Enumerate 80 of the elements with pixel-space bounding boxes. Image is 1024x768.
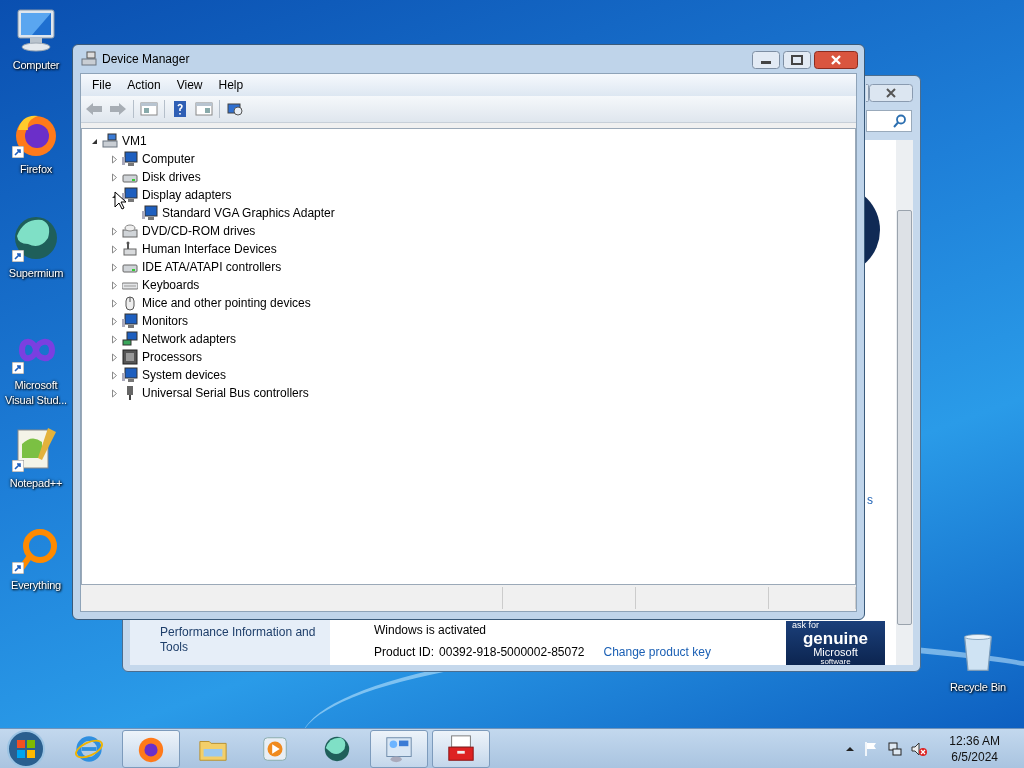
genuine-badge[interactable]: ask for genuine Microsoft software <box>786 621 885 665</box>
tree-item[interactable]: Monitors <box>142 314 188 328</box>
change-product-key-link[interactable]: Change product key <box>603 645 711 659</box>
device-manager-icon <box>81 51 97 67</box>
menu-item[interactable]: View <box>168 78 211 92</box>
expand-toggle[interactable] <box>110 262 119 272</box>
minimize-button[interactable] <box>752 51 780 69</box>
expand-toggle[interactable] <box>110 352 119 362</box>
globe-icon <box>12 214 60 262</box>
tree-item[interactable]: System devices <box>142 368 227 382</box>
letter-e-icon <box>74 733 104 764</box>
desktop-icon-label[interactable]: Everything <box>11 578 61 593</box>
product-id-label: Product ID: <box>374 645 435 659</box>
maximize-button[interactable] <box>783 51 811 69</box>
forward-arrow-icon[interactable] <box>109 101 127 117</box>
desktop-icon-label[interactable]: Firefox <box>19 162 53 177</box>
computer-icon <box>102 133 118 149</box>
expand-toggle[interactable] <box>110 388 119 398</box>
menu-item[interactable]: Help <box>210 78 252 92</box>
expand-toggle[interactable] <box>110 226 119 236</box>
expand-toggle[interactable] <box>110 154 119 164</box>
close-button[interactable] <box>869 84 913 102</box>
expand-toggle[interactable] <box>110 244 119 254</box>
speaker-muted-icon[interactable] <box>911 740 928 757</box>
taskbar-button[interactable] <box>370 729 428 768</box>
tree-item[interactable]: Processors <box>142 350 203 364</box>
back-arrow-icon[interactable] <box>85 101 103 117</box>
chip-icon <box>122 349 138 365</box>
help-icon[interactable] <box>171 101 189 117</box>
taskbar-button[interactable] <box>122 729 180 768</box>
monitor-icon <box>142 205 158 221</box>
menu-item[interactable]: Action <box>119 78 169 92</box>
desktop-icon-label[interactable]: Recycle Bin <box>950 680 1006 695</box>
monitor-icon <box>122 367 138 383</box>
activation-status: Windows is activated <box>374 623 488 637</box>
tree-item[interactable]: Universal Serial Bus controllers <box>142 386 309 400</box>
desktop-icon-label[interactable]: Supermium <box>8 266 64 281</box>
monitor-icon <box>122 151 138 167</box>
expand-toggle[interactable] <box>110 370 119 380</box>
clock[interactable]: 12:36 AM 6/5/2024 <box>949 732 1000 765</box>
properties-icon[interactable] <box>195 101 213 117</box>
search-icon <box>893 114 907 128</box>
search-field[interactable] <box>866 110 912 132</box>
tree-item[interactable]: Mice and other pointing devices <box>142 296 311 310</box>
tree-item[interactable]: Computer <box>142 152 195 166</box>
window-title: Device Manager <box>102 52 191 66</box>
joystick-icon <box>122 241 138 257</box>
expand-toggle[interactable] <box>110 316 119 326</box>
expand-toggle[interactable] <box>110 172 119 182</box>
link-text[interactable]: s <box>867 493 873 507</box>
desktop-icon-label[interactable]: Computer <box>12 58 60 73</box>
monitor-icon <box>122 187 138 203</box>
network-icon[interactable] <box>887 740 904 757</box>
tree-item[interactable]: VM1 <box>122 134 147 148</box>
start-button[interactable] <box>6 728 46 768</box>
disc-drive-icon <box>122 223 138 239</box>
monitor-icon <box>122 313 138 329</box>
tree-item[interactable]: Standard VGA Graphics Adapter <box>162 206 335 220</box>
tree-item[interactable]: Human Interface Devices <box>142 242 277 256</box>
tree-item[interactable]: Display adapters <box>142 188 232 202</box>
tree-item[interactable]: Keyboards <box>142 278 200 292</box>
desktop-icon-label[interactable]: Microsoft Visual Stud... <box>0 378 72 408</box>
tree-item[interactable]: Disk drives <box>142 170 201 184</box>
product-id: 00392-918-5000002-85072 <box>439 645 585 659</box>
menu-item[interactable]: File <box>84 78 120 92</box>
tree-item[interactable]: DVD/CD-ROM drives <box>142 224 256 238</box>
scrollbar[interactable] <box>896 140 913 665</box>
taskbar-button[interactable] <box>432 729 490 768</box>
expand-toggle[interactable] <box>110 280 119 290</box>
expand-toggle[interactable] <box>110 298 119 308</box>
desktop-icon-label[interactable]: Notepad++ <box>9 476 63 491</box>
close-button[interactable] <box>814 51 858 69</box>
mouse-pointer-icon <box>114 191 126 210</box>
tree-item[interactable]: IDE ATA/ATAPI controllers <box>142 260 282 274</box>
expand-toggle[interactable] <box>110 334 119 344</box>
network-icon <box>122 331 138 347</box>
tree-item[interactable]: Network adapters <box>142 332 237 346</box>
toolbox-icon <box>446 733 476 764</box>
scan-hardware-icon[interactable] <box>226 101 244 117</box>
panel-icon[interactable] <box>140 101 158 117</box>
